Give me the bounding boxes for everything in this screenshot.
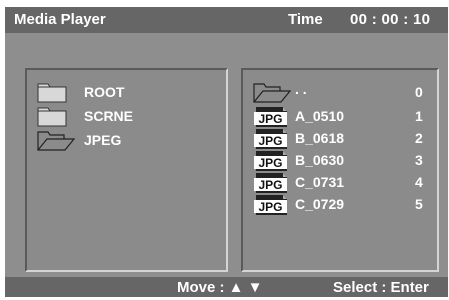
file-number: 5	[415, 196, 423, 212]
folder-panel: ROOT SCRNE JPEG	[25, 68, 228, 272]
time-value: 00 : 00 : 10	[350, 11, 431, 28]
folder-item-jpeg[interactable]: JPEG	[37, 130, 217, 152]
file-number: 1	[415, 108, 423, 124]
svg-text:JPG: JPG	[258, 178, 282, 192]
folder-label: JPEG	[84, 132, 122, 148]
media-player-window: Media Player Time 00 : 00 : 10 ROOT SCRN…	[5, 7, 448, 297]
select-hint: Select : Enter	[333, 279, 429, 296]
file-item[interactable]: JPG B_0618 2	[253, 128, 431, 150]
file-label: B_0618	[295, 130, 345, 146]
jpg-file-icon: JPG	[254, 107, 287, 127]
folder-closed-icon	[37, 83, 67, 103]
folder-item-root[interactable]: ROOT	[37, 82, 217, 104]
file-label: C_0731	[295, 174, 345, 190]
file-item-parent[interactable]: . . 0	[253, 81, 431, 104]
file-number: 2	[415, 130, 423, 146]
svg-text:JPG: JPG	[258, 134, 282, 148]
move-hint: Move : ▲ ▼	[177, 279, 263, 296]
title-bar: Media Player Time 00 : 00 : 10	[5, 7, 448, 33]
folder-label: SCRNE	[84, 108, 134, 124]
file-label: C_0729	[295, 196, 345, 212]
folder-open-icon	[37, 131, 76, 151]
folder-open-icon	[253, 83, 292, 103]
file-label: B_0630	[295, 152, 345, 168]
time-label: Time	[288, 11, 323, 28]
folder-item-scrne[interactable]: SCRNE	[37, 106, 217, 128]
file-label: . .	[295, 81, 307, 97]
svg-text:JPG: JPG	[258, 156, 282, 170]
folder-label: ROOT	[84, 84, 125, 100]
file-item[interactable]: JPG B_0630 3	[253, 150, 431, 172]
file-item[interactable]: JPG C_0729 5	[253, 194, 431, 216]
file-panel: . . 0 JPG A_0510 1 JPG B_0618 2 JPG B_06…	[241, 68, 439, 272]
file-number: 3	[415, 152, 423, 168]
file-item[interactable]: JPG C_0731 4	[253, 172, 431, 194]
file-label: A_0510	[295, 108, 345, 124]
file-number: 0	[415, 84, 423, 100]
file-item[interactable]: JPG A_0510 1	[253, 106, 431, 128]
jpg-file-icon: JPG	[254, 151, 287, 171]
svg-text:JPG: JPG	[258, 200, 282, 214]
jpg-file-icon: JPG	[254, 195, 287, 215]
footer-bar: Move : ▲ ▼ Select : Enter	[5, 277, 448, 297]
jpg-file-icon: JPG	[254, 129, 287, 149]
folder-closed-icon	[37, 107, 67, 127]
file-number: 4	[415, 174, 423, 190]
svg-text:JPG: JPG	[258, 112, 282, 126]
app-title: Media Player	[14, 11, 106, 28]
jpg-file-icon: JPG	[254, 173, 287, 193]
